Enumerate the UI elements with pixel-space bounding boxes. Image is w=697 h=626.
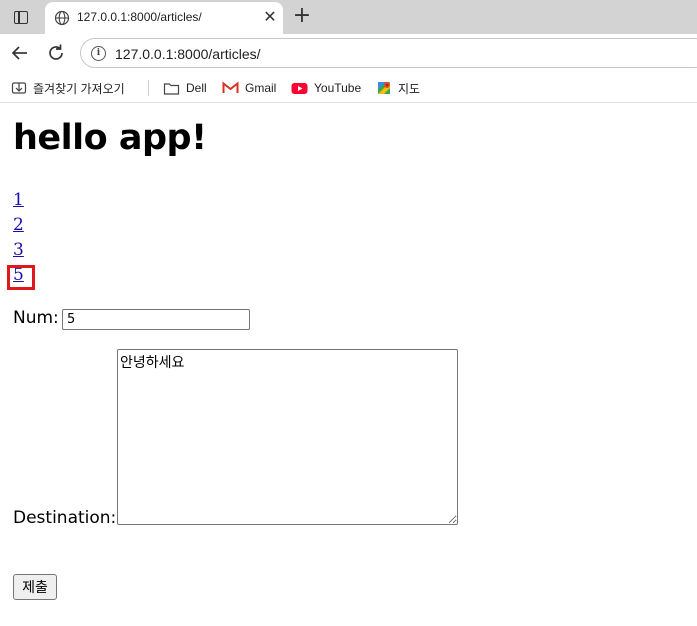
folder-icon bbox=[163, 82, 180, 95]
article-link-3[interactable]: 3 bbox=[13, 240, 24, 260]
page-title: hello app! bbox=[13, 118, 207, 158]
submit-button[interactable]: 제출 bbox=[13, 574, 57, 600]
article-link-2[interactable]: 2 bbox=[13, 215, 24, 235]
destination-textarea[interactable]: 안녕하세요 bbox=[117, 349, 458, 525]
bookmark-label: Dell bbox=[186, 81, 207, 95]
youtube-icon bbox=[291, 82, 308, 94]
tab-strip: 127.0.0.1:8000/articles/ ✕ + bbox=[0, 0, 697, 34]
reload-icon[interactable] bbox=[45, 42, 67, 64]
new-tab-icon[interactable]: + bbox=[290, 5, 314, 29]
back-arrow-icon[interactable] bbox=[9, 42, 31, 64]
gmail-icon bbox=[222, 81, 239, 93]
bookmark-label: 즐겨찾기 가져오기 bbox=[33, 81, 125, 96]
page-content: hello app! 1 2 3 5 Num: Destination: 안녕하… bbox=[0, 104, 697, 626]
site-info-icon[interactable]: i bbox=[91, 46, 106, 61]
bookmark-label: Gmail bbox=[245, 81, 277, 95]
bookmark-label: 지도 bbox=[398, 81, 421, 96]
browser-toolbar: i 127.0.0.1:8000/articles/ bbox=[0, 34, 697, 72]
bookmarks-bar: 즐겨찾기 가져오기 Dell Gmail YouTube 지도 bbox=[0, 72, 697, 103]
highlight-box bbox=[7, 265, 35, 290]
url-text[interactable]: 127.0.0.1:8000/articles/ bbox=[115, 46, 261, 62]
num-input[interactable] bbox=[62, 309, 250, 330]
article-link-1[interactable]: 1 bbox=[13, 190, 24, 210]
bookmark-maps[interactable]: 지도 bbox=[376, 79, 420, 97]
num-label: Num: bbox=[13, 308, 59, 328]
bookmark-label: YouTube bbox=[314, 81, 362, 95]
maps-icon bbox=[378, 82, 390, 94]
bookmark-separator bbox=[148, 80, 149, 96]
bookmark-youtube[interactable]: YouTube bbox=[291, 79, 361, 97]
bookmark-dell[interactable]: Dell bbox=[163, 79, 207, 97]
destination-label: Destination: bbox=[13, 508, 117, 528]
sidebar-toggle-icon[interactable] bbox=[10, 7, 32, 27]
bookmark-import[interactable]: 즐겨찾기 가져오기 bbox=[11, 79, 125, 97]
bookmark-gmail[interactable]: Gmail bbox=[222, 79, 276, 97]
globe-icon bbox=[54, 10, 70, 26]
address-bar[interactable]: i 127.0.0.1:8000/articles/ bbox=[80, 38, 697, 68]
close-tab-icon[interactable]: ✕ bbox=[261, 8, 279, 26]
tab-title: 127.0.0.1:8000/articles/ bbox=[77, 10, 202, 24]
browser-tab[interactable]: 127.0.0.1:8000/articles/ ✕ bbox=[45, 2, 283, 34]
import-bookmarks-icon bbox=[11, 82, 27, 94]
